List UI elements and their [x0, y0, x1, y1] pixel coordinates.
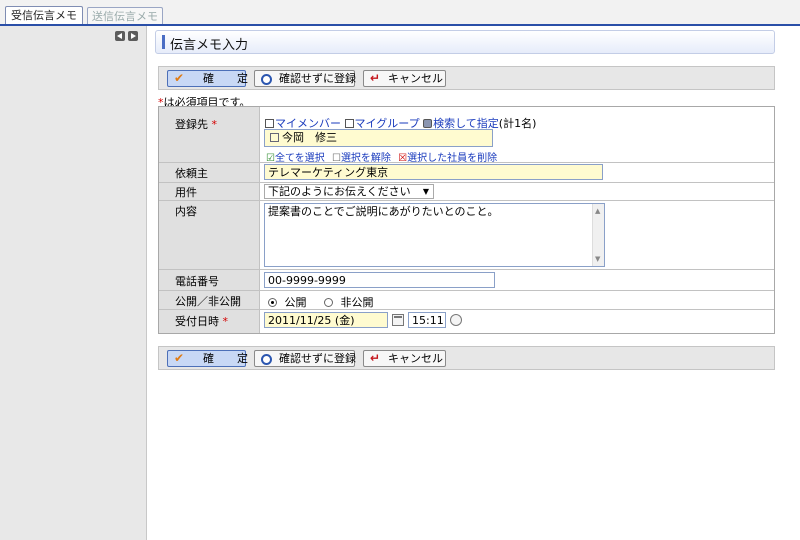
- tab-sent-memo[interactable]: 送信伝言メモ: [87, 7, 163, 24]
- received-at-label: 受付日時 *: [159, 309, 259, 333]
- cancel-button[interactable]: ↵ キャンセル: [363, 350, 446, 367]
- register-without-confirm-button[interactable]: 確認せずに登録: [254, 350, 356, 367]
- ring-icon: [261, 74, 272, 85]
- content-label: 内容: [159, 200, 259, 269]
- recipient-item: 今岡 修三: [282, 131, 337, 144]
- register-without-confirm-button[interactable]: 確認せずに登録: [254, 70, 356, 87]
- check-icon: ✔: [174, 351, 185, 365]
- divider: [159, 269, 774, 270]
- person-search-icon: [423, 119, 433, 128]
- received-time-input[interactable]: 15:11: [408, 312, 446, 328]
- recipient-actions: ☑全てを選択 ☐選択を解除 ☒選択した社員を削除: [266, 149, 497, 164]
- visibility-radio-group: 公開 非公開: [268, 294, 374, 310]
- return-arrow-icon: ↵: [370, 71, 381, 85]
- private-radio[interactable]: [324, 298, 333, 307]
- check-icon: ✔: [174, 71, 185, 85]
- calendar-icon[interactable]: [392, 314, 404, 326]
- page-title-bar: 伝言メモ入力: [155, 30, 775, 54]
- recipient-list[interactable]: 今岡 修三: [264, 129, 493, 147]
- divider: [159, 182, 774, 183]
- subject-value: 下記のようにお伝えください: [268, 185, 411, 198]
- deselect-icon: ☐: [331, 153, 341, 164]
- recipient-count: (計1名): [498, 117, 537, 130]
- bottom-action-bar: ✔ 確 定 確認せずに登録 ↵ キャンセル: [158, 346, 775, 370]
- subject-select[interactable]: 下記のようにお伝えください ▼: [264, 184, 434, 199]
- deselect-link[interactable]: 選択を解除: [341, 153, 391, 164]
- member-list-icon: [265, 119, 274, 128]
- group-list-icon: [344, 119, 354, 128]
- visibility-label: 公開／非公開: [159, 290, 259, 309]
- return-arrow-icon: ↵: [370, 351, 381, 365]
- column-divider: [259, 107, 260, 333]
- requester-input[interactable]: テレマーケティング東京: [264, 164, 603, 180]
- content-textarea[interactable]: 提案書のことでご説明にあがりたいとのこと。 ▲ ▼: [264, 203, 605, 267]
- title-accent: [162, 35, 165, 49]
- public-label: 公開: [284, 296, 307, 309]
- scroll-up-icon[interactable]: ▲: [595, 204, 600, 218]
- prev-arrow-icon[interactable]: [115, 31, 125, 41]
- divider: [159, 290, 774, 291]
- delete-selected-link[interactable]: 選択した社員を削除: [407, 153, 497, 164]
- phone-input[interactable]: 00-9999-9999: [264, 272, 495, 288]
- divider: [159, 309, 774, 310]
- divider: [159, 200, 774, 201]
- sidebar: [0, 26, 147, 540]
- scroll-down-icon[interactable]: ▼: [595, 252, 600, 266]
- subject-label: 用件: [159, 182, 259, 200]
- ring-icon: [261, 354, 272, 365]
- content-value: 提案書のことでご説明にあがりたいとのこと。: [268, 205, 499, 218]
- recipient-label: 登録先 *: [159, 107, 259, 162]
- received-date-input[interactable]: 2011/11/25 (金): [264, 312, 388, 328]
- recipient-checkbox[interactable]: [270, 133, 279, 142]
- clock-icon[interactable]: [450, 314, 462, 326]
- tab-received-memo[interactable]: 受信伝言メモ: [5, 6, 83, 25]
- select-all-link[interactable]: 全てを選択: [275, 153, 325, 164]
- top-action-bar: ✔ 確 定 確認せずに登録 ↵ キャンセル: [158, 66, 775, 90]
- public-radio[interactable]: [268, 298, 277, 307]
- delete-icon: ☒: [398, 153, 408, 164]
- cancel-button[interactable]: ↵ キャンセル: [363, 70, 446, 87]
- chevron-down-icon: ▼: [422, 187, 429, 196]
- textarea-scrollbar[interactable]: ▲ ▼: [592, 204, 604, 266]
- page-title: 伝言メモ入力: [170, 38, 249, 53]
- private-label: 非公開: [340, 296, 374, 309]
- next-arrow-icon[interactable]: [128, 31, 138, 41]
- requester-label: 依頼主: [159, 162, 259, 182]
- confirm-button[interactable]: ✔ 確 定: [167, 70, 248, 87]
- confirm-button[interactable]: ✔ 確 定: [167, 350, 248, 367]
- select-all-icon: ☑: [266, 153, 275, 164]
- phone-label: 電話番号: [159, 269, 259, 290]
